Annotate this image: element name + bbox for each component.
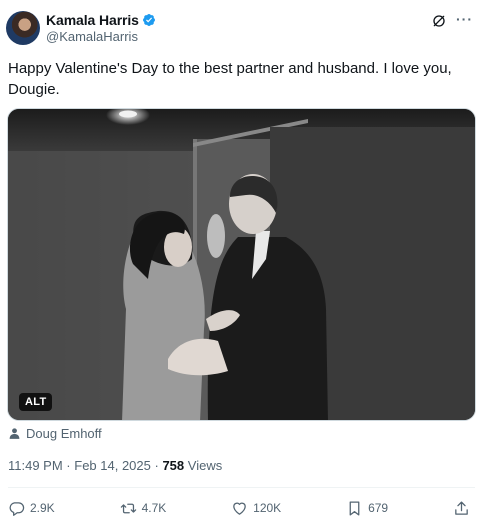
like-button[interactable]: 120K: [231, 500, 281, 517]
bookmark-button[interactable]: 679: [346, 500, 388, 517]
meta-separator: ·: [62, 458, 75, 473]
person-icon: [9, 428, 20, 439]
author-name-row[interactable]: Kamala Harris: [46, 12, 156, 28]
tweet-date[interactable]: Feb 14, 2025: [74, 458, 151, 473]
author-display-name[interactable]: Kamala Harris: [46, 12, 139, 28]
views-label: Views: [187, 458, 223, 473]
action-bar: 2.9K 4.7K 120K 679: [8, 498, 475, 518]
reply-count: 2.9K: [30, 501, 55, 515]
tagged-person[interactable]: Doug Emhoff: [8, 426, 102, 441]
divider: [8, 487, 475, 488]
tagged-person-name[interactable]: Doug Emhoff: [26, 426, 102, 441]
bookmark-icon: [349, 500, 360, 516]
bookmark-count: 679: [368, 501, 389, 515]
repost-count: 4.7K: [141, 501, 167, 515]
share-icon: [455, 500, 468, 515]
verified-badge-icon: [142, 14, 155, 26]
tweet-text: Happy Valentine's Day to the best partne…: [8, 60, 452, 98]
tweet-header: Kamala Harris @KamalaHarris ···: [6, 10, 477, 50]
meta-separator: ·: [150, 458, 163, 473]
repost-button[interactable]: 4.7K: [120, 500, 167, 517]
views-count: 758: [162, 458, 185, 473]
photo-image: [8, 109, 475, 420]
avatar[interactable]: [6, 11, 40, 45]
reply-icon: [9, 501, 25, 516]
heart-icon: [233, 502, 246, 515]
more-icon[interactable]: ···: [456, 11, 473, 27]
tweet-photo[interactable]: ALT: [7, 108, 476, 421]
repost-icon: [120, 503, 136, 513]
reply-button[interactable]: 2.9K: [8, 500, 55, 517]
like-count: 120K: [253, 501, 282, 515]
alt-badge[interactable]: ALT: [19, 393, 53, 411]
tweet-time[interactable]: 11:49 PM: [8, 458, 63, 473]
grok-icon[interactable]: [431, 13, 447, 29]
author-handle[interactable]: @KamalaHarris: [46, 29, 138, 44]
share-button[interactable]: [453, 500, 475, 517]
tweet-meta: 11:49 PM · Feb 14, 2025 · 758 Views: [8, 458, 222, 473]
